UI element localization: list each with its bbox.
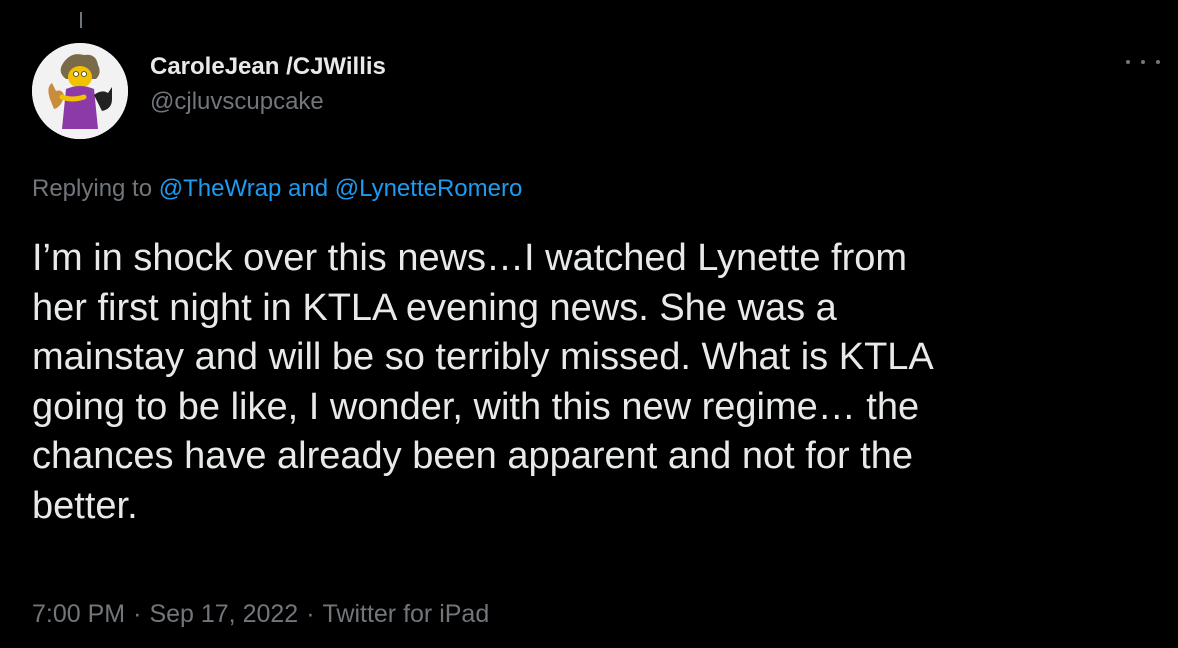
author-display-name[interactable]: CaroleJean /CJWillis [150,53,386,81]
reply-context: Replying to @TheWrap and @LynetteRomero [32,175,522,203]
tweet-source[interactable]: Twitter for iPad [323,600,490,628]
tweet-text-line: I’m in shock over this news…I watched Ly… [32,237,908,279]
tweet-text-line: going to be like, I wonder, with this ne… [32,385,920,428]
tweet-text-line: better. [32,484,138,527]
mention-thewrap-link[interactable]: @TheWrap [159,175,282,202]
tweet-text: I’m in shock over this news…I watched Ly… [32,234,1142,531]
reply-context-prefix: Replying to [32,175,159,202]
ellipsis-dot [1141,60,1145,64]
ellipsis-icon[interactable] [1126,52,1160,72]
thread-connector-line [80,12,82,28]
tweet-text-line: mainstay and will be so terribly missed.… [32,336,934,378]
ellipsis-dot [1126,60,1130,64]
ellipsis-dot [1156,60,1160,64]
tweet-timestamp-date[interactable]: Sep 17, 2022 [149,600,298,628]
meta-separator: · [133,600,142,628]
author-handle[interactable]: @cjluvscupcake [150,88,324,116]
tweet-text-line: chances have already been apparent and n… [32,435,913,477]
tweet-timestamp-time[interactable]: 7:00 PM [32,600,125,628]
meta-separator: · [306,600,315,628]
cartoon-character-avatar-icon [32,43,128,139]
reply-context-conjunction: and [281,175,335,202]
avatar[interactable] [32,43,128,139]
tweet-metadata: 7:00 PM · Sep 17, 2022 · Twitter for iPad [32,600,489,629]
tweet-text-line: her first night in KTLA evening news. Sh… [32,286,837,329]
mention-lynetteromero-link[interactable]: @LynetteRomero [335,175,523,202]
